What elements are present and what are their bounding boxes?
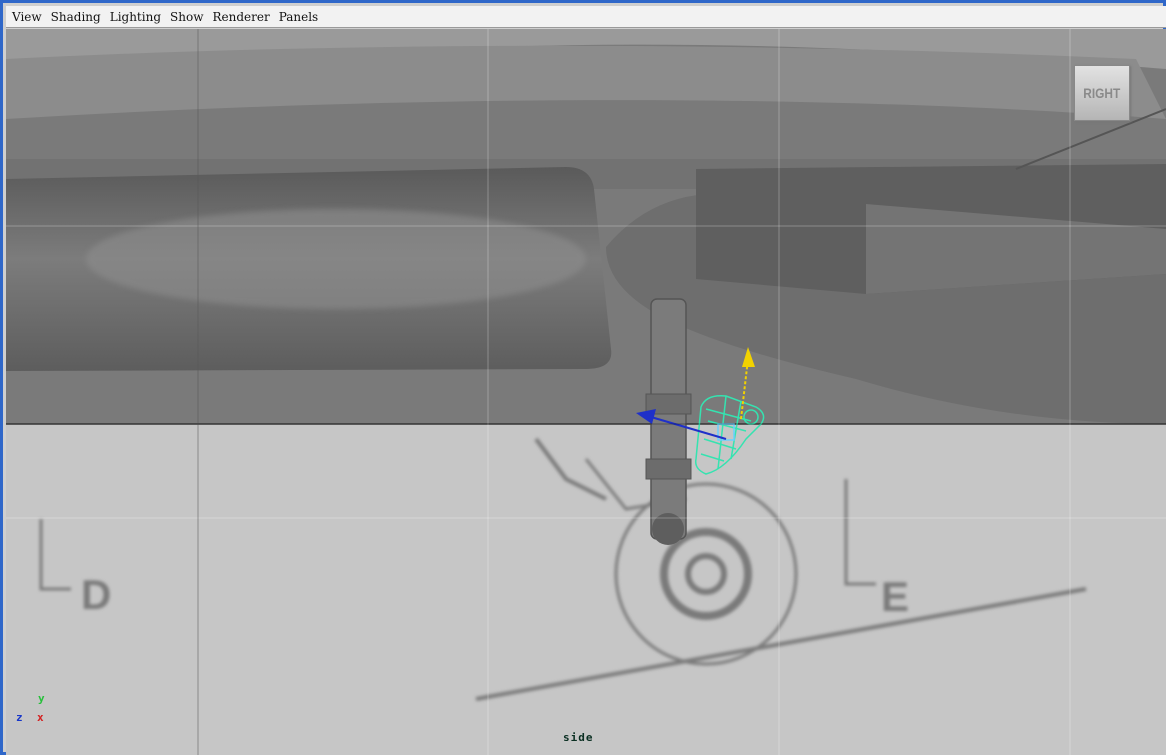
menu-show[interactable]: Show <box>170 10 203 24</box>
scene-canvas[interactable]: D E <box>6 29 1166 755</box>
menu-lighting[interactable]: Lighting <box>110 10 161 24</box>
3d-viewport-side[interactable]: D E RIGHT y z x side <box>6 29 1166 755</box>
panel-menu-bar: View Shading Lighting Show Renderer Pane… <box>6 6 1166 28</box>
strut-collar-lower <box>645 458 692 480</box>
axis-y-label: y <box>38 692 45 705</box>
camera-name-label: side <box>563 731 594 744</box>
menu-view[interactable]: View <box>12 10 42 24</box>
axis-indicator: y z x <box>14 689 54 729</box>
axis-z-label: z <box>16 711 23 724</box>
viewport-window: View Shading Lighting Show Renderer Pane… <box>0 0 1166 755</box>
axis-x-label: x <box>37 711 44 724</box>
menu-shading[interactable]: Shading <box>51 10 101 24</box>
menu-renderer[interactable]: Renderer <box>212 10 269 24</box>
pod-highlight <box>86 209 586 309</box>
view-cube[interactable]: RIGHT <box>1074 65 1130 121</box>
menu-panels[interactable]: Panels <box>279 10 319 24</box>
reference-label-d: D <box>81 571 111 618</box>
reference-image-plane <box>6 424 1166 755</box>
view-cube-face-label: RIGHT <box>1083 85 1121 101</box>
reference-label-e: E <box>881 573 909 620</box>
